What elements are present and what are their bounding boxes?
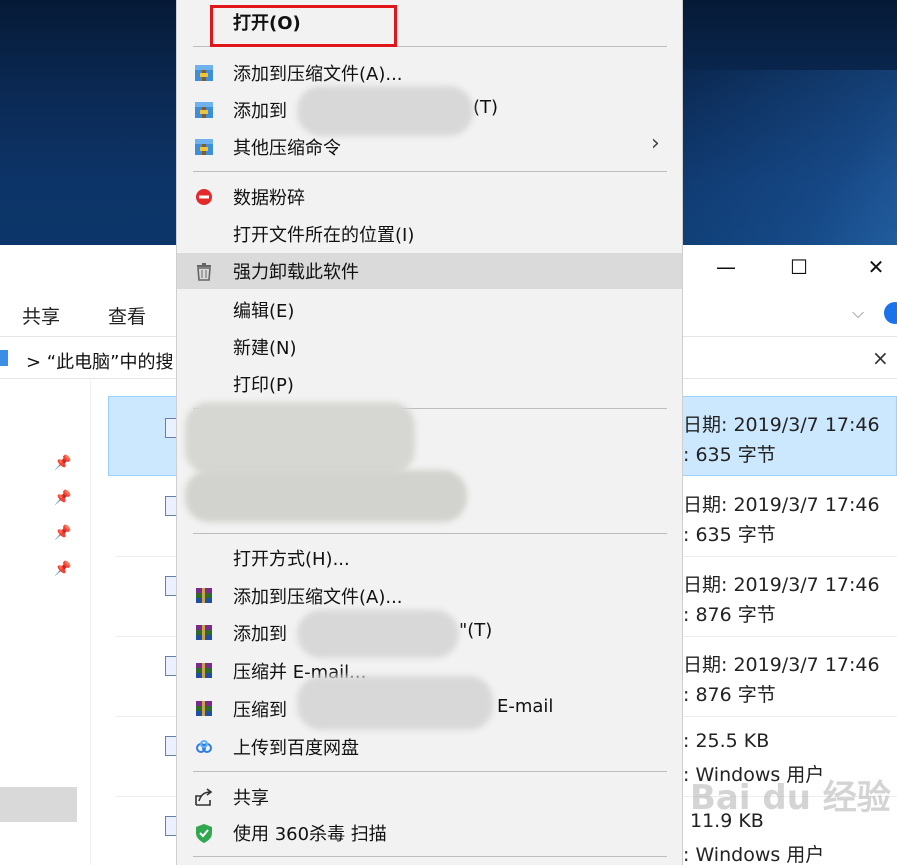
close-button[interactable]: ✕ <box>861 255 891 279</box>
file-date: 日期: 2019/3/7 17:46 <box>683 654 880 676</box>
baidu-watermark: Bai du 经验 <box>690 770 891 819</box>
pin-icon[interactable]: 📌 <box>54 525 72 543</box>
menu-label-suffix: E-mail <box>497 696 554 717</box>
menu-label: 打开方式(H)... <box>233 549 350 570</box>
shred-icon <box>196 189 212 205</box>
redacted-area <box>185 470 467 522</box>
baidu-netdisk-icon <box>196 740 212 753</box>
menu-label: 编辑(E) <box>233 301 295 322</box>
pin-icon[interactable]: 📌 <box>54 561 72 579</box>
minimize-button[interactable]: — <box>711 255 741 279</box>
menu-label: 强力卸载此软件 <box>233 262 359 283</box>
redacted-area <box>185 402 415 474</box>
nav-item-selected[interactable] <box>0 787 77 822</box>
share-icon <box>195 788 213 806</box>
rar-books-icon <box>196 663 212 678</box>
menu-label: 添加到压缩文件(A)... <box>233 587 403 608</box>
tab-view[interactable]: 查看 <box>108 302 146 329</box>
context-menu: 打开(O) 添加到压缩文件(A)... 添加到 (T) 其他压缩命令 › 数据粉… <box>176 0 683 865</box>
menu-label-suffix: "(T) <box>459 620 493 641</box>
menu-label: 压缩到 <box>233 700 287 721</box>
tab-share[interactable]: 共享 <box>22 302 60 329</box>
menu-label: 共享 <box>233 788 269 809</box>
menu-item-upload-baidu[interactable]: 上传到百度网盘 <box>177 729 682 765</box>
menu-label: 数据粉碎 <box>233 188 305 209</box>
file-size: : 635 字节 <box>683 524 776 546</box>
rar-books-icon <box>196 701 212 716</box>
file-date: 日期: 2019/3/7 17:46 <box>683 494 880 516</box>
menu-item-new[interactable]: 新建(N) <box>177 329 682 365</box>
menu-separator <box>193 856 667 857</box>
menu-label: 打印(P) <box>233 375 294 396</box>
menu-item-rar-add-archive[interactable]: 添加到压缩文件(A)... <box>177 578 682 614</box>
file-size: : 635 字节 <box>683 444 776 466</box>
highlight-box <box>210 5 397 47</box>
menu-label: 新建(N) <box>233 338 297 359</box>
menu-label: 使用 360杀毒 扫描 <box>233 824 387 845</box>
menu-separator <box>193 171 667 172</box>
maximize-button[interactable]: ☐ <box>784 255 814 279</box>
menu-item-other-compress[interactable]: 其他压缩命令 › <box>177 129 682 165</box>
menu-label: 添加到 <box>233 624 287 645</box>
watermark-text: Bai du 经验 <box>690 778 891 818</box>
menu-label-suffix: (T) <box>473 97 499 118</box>
menu-item-share[interactable]: 共享 <box>177 779 682 815</box>
file-owner: : Windows 用户 <box>683 844 825 866</box>
menu-item-shred[interactable]: 数据粉碎 <box>177 179 682 215</box>
winrar-icon <box>195 65 213 81</box>
file-size: : 25.5 KB <box>683 730 770 752</box>
chevron-right-icon: › <box>651 131 660 156</box>
menu-separator <box>193 533 667 534</box>
folder-icon <box>0 350 8 366</box>
menu-label: 添加到压缩文件(A)... <box>233 64 403 85</box>
menu-separator <box>193 771 667 772</box>
menu-item-force-uninstall[interactable]: 强力卸载此软件 <box>177 253 682 289</box>
winrar-icon <box>195 139 213 155</box>
menu-item-scan-360[interactable]: 使用 360杀毒 扫描 <box>177 815 682 851</box>
chevron-down-icon[interactable]: ⌵ <box>852 303 864 323</box>
360-shield-icon <box>196 824 212 843</box>
menu-item-open-location[interactable]: 打开文件所在的位置(I) <box>177 216 682 252</box>
file-date: 日期: 2019/3/7 17:46 <box>683 574 880 596</box>
redacted-area <box>297 610 459 658</box>
menu-label: 添加到 <box>233 101 287 122</box>
file-date: 日期: 2019/3/7 17:46 <box>683 414 880 436</box>
pin-icon[interactable]: 📌 <box>54 455 72 473</box>
pin-icon[interactable]: 📌 <box>54 490 72 508</box>
trash-icon <box>197 263 211 281</box>
rar-books-icon <box>196 588 212 603</box>
file-size: : 876 字节 <box>683 604 776 626</box>
menu-item-print[interactable]: 打印(P) <box>177 366 682 402</box>
address-text[interactable]: > “此电脑”中的搜 <box>26 348 173 374</box>
menu-item-open-with[interactable]: 打开方式(H)... <box>177 540 682 576</box>
rar-books-icon <box>196 625 212 640</box>
menu-label: 上传到百度网盘 <box>233 738 359 759</box>
menu-label: 打开文件所在的位置(I) <box>233 225 415 246</box>
file-size: : 876 字节 <box>683 684 776 706</box>
winrar-icon <box>195 102 213 118</box>
menu-label: 其他压缩命令 <box>233 138 341 159</box>
close-search-button[interactable]: × <box>872 346 889 370</box>
menu-item-edit[interactable]: 编辑(E) <box>177 292 682 328</box>
redacted-area <box>297 676 493 730</box>
